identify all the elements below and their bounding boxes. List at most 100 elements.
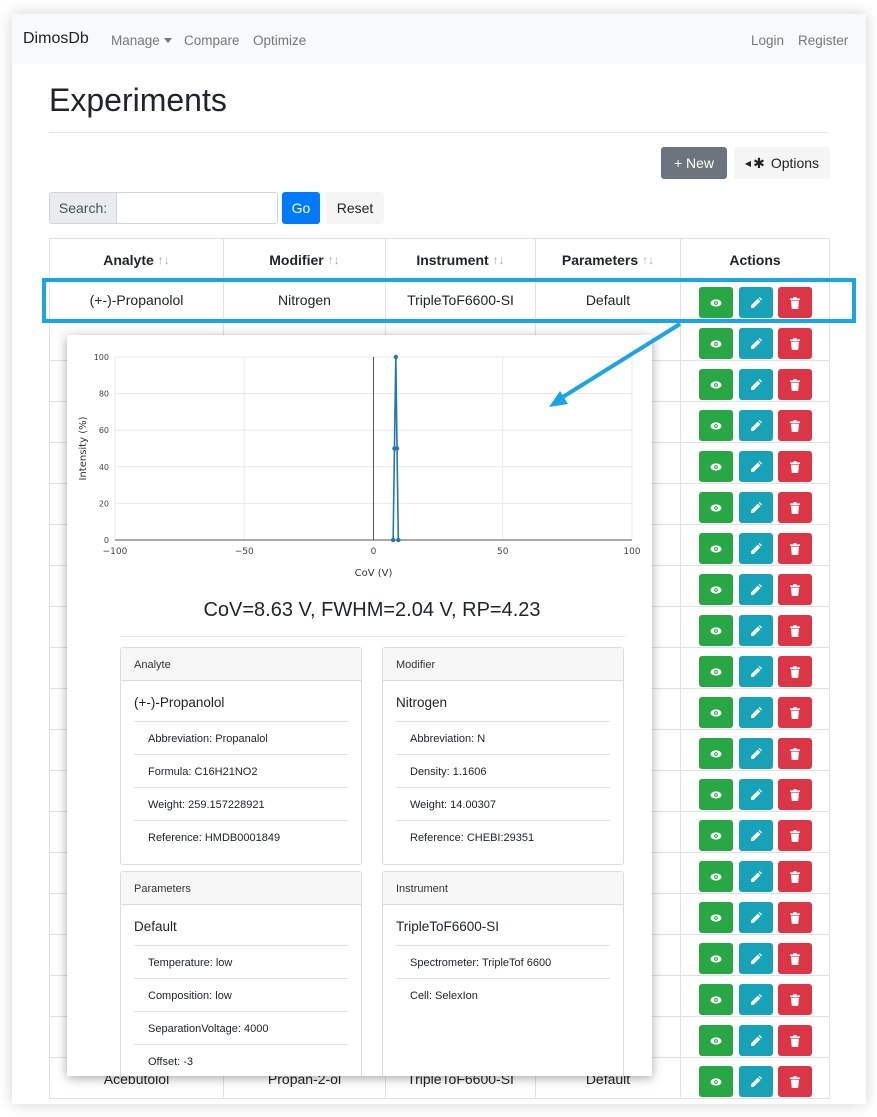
reset-button[interactable]: Reset [326, 192, 384, 224]
delete-button[interactable] [778, 574, 812, 605]
view-button[interactable] [699, 533, 733, 564]
edit-button[interactable] [739, 779, 773, 810]
header-analyte[interactable]: Analyte ↑↓ [49, 239, 224, 280]
edit-button[interactable] [739, 861, 773, 892]
card-title: (+-)-Propanolol [134, 695, 225, 710]
pencil-icon [750, 953, 762, 964]
edit-button[interactable] [739, 410, 773, 441]
edit-button[interactable] [739, 984, 773, 1015]
delete-button[interactable] [778, 943, 812, 974]
delete-button[interactable] [778, 369, 812, 400]
trash-icon [790, 1075, 800, 1088]
pencil-icon [750, 338, 762, 349]
trash-icon [790, 378, 800, 391]
view-button[interactable] [699, 1025, 733, 1056]
view-button[interactable] [699, 451, 733, 482]
delete-button[interactable] [778, 328, 812, 359]
go-button[interactable]: Go [282, 192, 320, 224]
search-input[interactable] [116, 192, 278, 224]
header-parameters-label: Parameters [561, 251, 639, 268]
options-button[interactable]: ◀ ✱ Options [734, 147, 830, 179]
new-button[interactable]: + New [661, 147, 727, 179]
header-parameters[interactable]: Parameters ↑↓ [536, 239, 681, 280]
delete-button[interactable] [778, 1025, 812, 1056]
delete-button[interactable] [778, 451, 812, 482]
data-point [393, 354, 399, 360]
delete-button[interactable] [778, 984, 812, 1015]
edit-button[interactable] [739, 615, 773, 646]
view-button[interactable] [699, 697, 733, 728]
edit-button[interactable] [739, 1025, 773, 1056]
pencil-icon [750, 1076, 762, 1087]
view-button[interactable] [699, 861, 733, 892]
edit-button[interactable] [739, 1066, 773, 1097]
delete-button[interactable] [778, 697, 812, 728]
view-button[interactable] [699, 492, 733, 523]
header-modifier[interactable]: Modifier ↑↓ [224, 239, 386, 280]
view-button[interactable] [699, 902, 733, 933]
view-button[interactable] [699, 943, 733, 974]
edit-button[interactable] [739, 451, 773, 482]
delete-button[interactable] [778, 820, 812, 851]
pencil-icon [750, 584, 762, 595]
trash-icon [790, 870, 800, 883]
card-property: Abbreviation: N [396, 721, 610, 754]
edit-button[interactable] [739, 656, 773, 687]
view-button[interactable] [699, 369, 733, 400]
y-tick-label: 80 [99, 390, 109, 399]
gear-icon: ✱ [753, 154, 765, 171]
edit-button[interactable] [739, 738, 773, 769]
edit-button[interactable] [739, 943, 773, 974]
card-parameters: Parameters Default Temperature: low Composi… [120, 871, 362, 1076]
edit-button[interactable] [739, 328, 773, 359]
nav-login[interactable]: Login [751, 33, 784, 48]
delete-button[interactable] [778, 656, 812, 687]
card-property: Weight: 14.00307 [396, 787, 610, 820]
view-button[interactable] [699, 738, 733, 769]
edit-button[interactable] [739, 697, 773, 728]
card-title: Nitrogen [396, 695, 448, 710]
nav-compare[interactable]: Compare [184, 33, 240, 48]
options-label: Options [770, 155, 820, 171]
y-axis-label: Intensity (%) [78, 416, 89, 480]
eye-icon [710, 749, 722, 759]
trash-icon [790, 829, 800, 842]
eye-icon [710, 872, 722, 882]
pencil-icon [750, 1035, 762, 1046]
view-button[interactable] [699, 779, 733, 810]
delete-button[interactable] [778, 738, 812, 769]
header-instrument[interactable]: Instrument ↑↓ [386, 239, 536, 280]
delete-button[interactable] [778, 779, 812, 810]
delete-button[interactable] [778, 902, 812, 933]
delete-button[interactable] [778, 861, 812, 892]
edit-button[interactable] [739, 574, 773, 605]
delete-button[interactable] [778, 615, 812, 646]
edit-button[interactable] [739, 902, 773, 933]
view-button[interactable] [699, 1066, 733, 1097]
x-tick-label: 0 [371, 547, 377, 557]
view-button[interactable] [699, 984, 733, 1015]
edit-button[interactable] [739, 369, 773, 400]
edit-button[interactable] [739, 492, 773, 523]
view-button[interactable] [699, 820, 733, 851]
delete-button[interactable] [778, 410, 812, 441]
view-button[interactable] [699, 615, 733, 646]
eye-icon [710, 462, 722, 472]
delete-button[interactable] [778, 492, 812, 523]
edit-button[interactable] [739, 533, 773, 564]
eye-icon [710, 995, 722, 1005]
nav-register[interactable]: Register [798, 33, 848, 48]
trash-icon [790, 665, 800, 678]
nav-manage[interactable]: Manage [111, 33, 172, 48]
brand-link[interactable]: DimosDb [23, 30, 89, 48]
data-point [390, 537, 396, 543]
view-button[interactable] [699, 656, 733, 687]
trash-icon [790, 542, 800, 555]
nav-optimize[interactable]: Optimize [253, 33, 306, 48]
edit-button[interactable] [739, 820, 773, 851]
view-button[interactable] [699, 410, 733, 441]
delete-button[interactable] [778, 533, 812, 564]
view-button[interactable] [699, 328, 733, 359]
view-button[interactable] [699, 574, 733, 605]
delete-button[interactable] [778, 1066, 812, 1097]
